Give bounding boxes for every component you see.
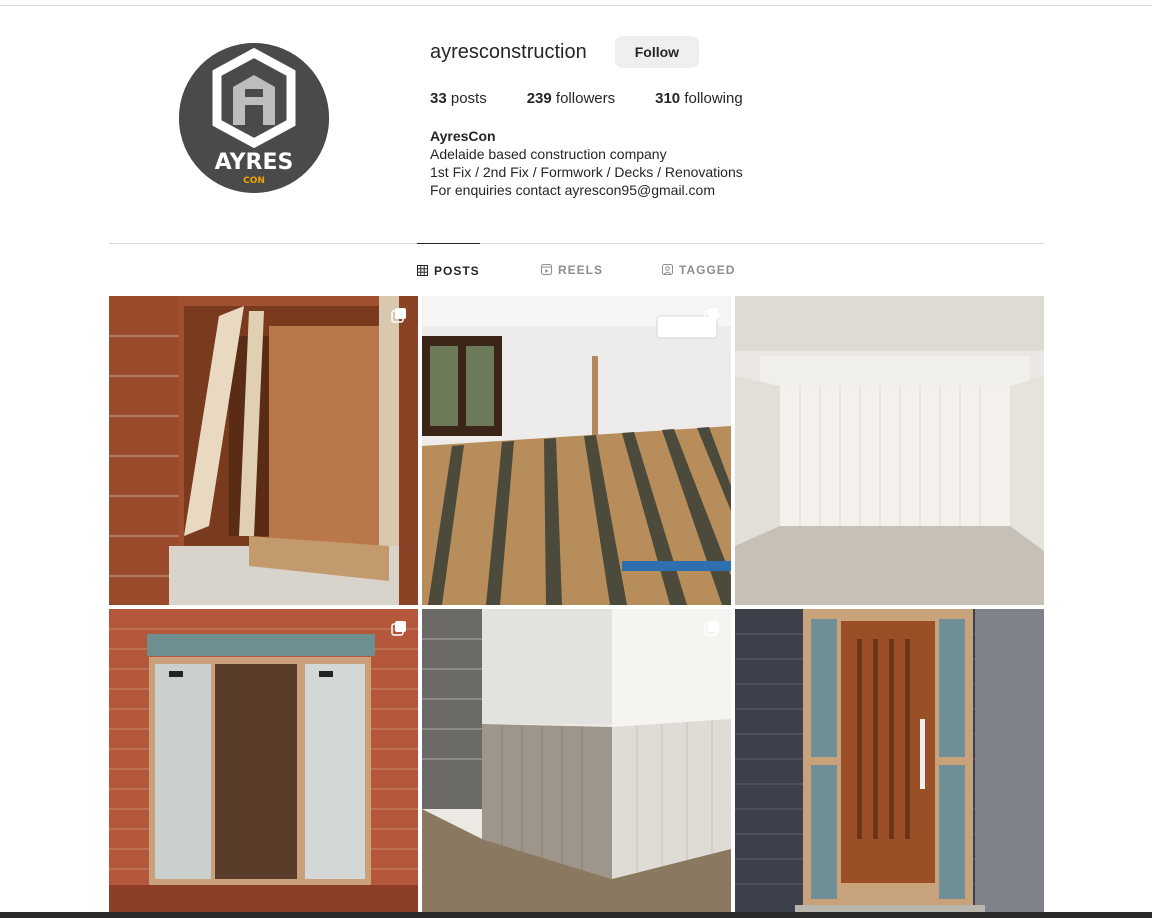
multi-photo-icon (391, 307, 407, 323)
post-tile[interactable] (735, 296, 1044, 605)
profile-header: AYRES CON ayresconstruction Follow 33 po… (109, 6, 1044, 242)
grid-icon (417, 265, 428, 276)
followers-label: followers (555, 90, 616, 107)
avatar[interactable]: AYRES CON (179, 43, 329, 193)
multi-photo-icon (704, 620, 720, 636)
posts-count: 33 (430, 90, 447, 107)
tab-label: TAGGED (679, 262, 736, 277)
tagged-icon (662, 264, 673, 275)
post-image-wainscoting (422, 609, 731, 918)
post-tile[interactable] (422, 609, 731, 918)
post-tile[interactable] (422, 296, 731, 605)
followers-count: 239 (526, 90, 552, 107)
username: ayresconstruction (430, 40, 587, 63)
stat-following[interactable]: 310 following (655, 90, 743, 107)
tab-reels[interactable]: REELS (541, 243, 603, 296)
stat-followers[interactable]: 239 followers (527, 90, 615, 107)
multi-photo-icon (704, 307, 720, 323)
post-tile[interactable] (109, 296, 418, 605)
post-image-panel-wall (735, 296, 1044, 605)
following-count: 310 (655, 90, 681, 107)
bio: AyresCon Adelaide based construction com… (430, 127, 1030, 199)
follow-button[interactable]: Follow (614, 36, 700, 68)
tab-posts[interactable]: POSTS (417, 243, 480, 297)
post-image-window-frame (109, 296, 418, 605)
post-tile[interactable] (109, 609, 418, 918)
tab-label: POSTS (434, 263, 480, 278)
stat-posts: 33 posts (430, 90, 487, 107)
posts-label: posts (450, 90, 487, 107)
tab-tagged[interactable]: TAGGED (662, 243, 735, 296)
profile-tabs: POSTS REELS TAGGED (109, 243, 1044, 296)
post-tile[interactable] (735, 609, 1044, 918)
bio-line: For enquiries contact ayrescon95@gmail.c… (430, 182, 716, 198)
post-image-floor-joists (422, 296, 731, 605)
profile-info: ayresconstruction Follow 33 posts 239 fo… (430, 36, 1030, 199)
following-label: following (684, 90, 743, 107)
ayres-logo: AYRES CON (179, 43, 329, 193)
bio-name: AyresCon (430, 128, 496, 144)
bottom-bar (0, 912, 1152, 918)
avatar-sub-text: CON (243, 176, 265, 186)
multi-photo-icon (391, 620, 407, 636)
avatar-brand-text: AYRES (215, 150, 294, 175)
bio-line: 1st Fix / 2nd Fix / Formwork / Decks / R… (430, 164, 743, 180)
bio-line: Adelaide based construction company (430, 146, 667, 162)
reels-icon (541, 264, 552, 275)
post-image-glass-door (109, 609, 418, 918)
post-image-front-door (735, 609, 1044, 918)
tab-label: REELS (558, 262, 604, 277)
stats-row: 33 posts 239 followers 310 following (430, 90, 1030, 107)
name-row: ayresconstruction Follow (430, 36, 1030, 68)
